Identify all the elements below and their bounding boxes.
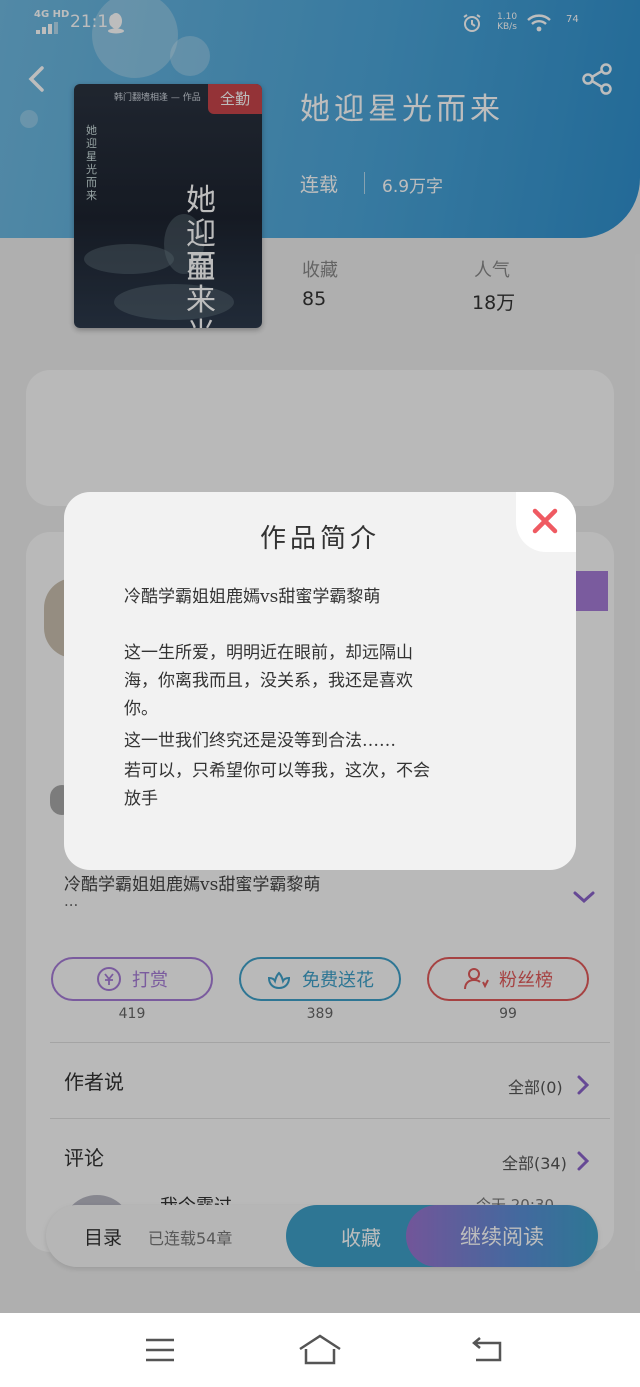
dialog-line: 海，你离我而且，没关系，我还是喜欢	[124, 671, 413, 691]
dialog-line: 放手	[124, 789, 158, 809]
dialog-line: 冷酷学霸姐姐鹿嫣vs甜蜜学霸黎萌	[124, 587, 381, 607]
system-nav-bar	[0, 1313, 640, 1387]
dialog-line: 你。	[124, 699, 158, 719]
dialog-line: 这一世我们终究还是没等到合法……	[124, 731, 396, 751]
close-button[interactable]	[516, 492, 576, 552]
dialog-title: 作品简介	[259, 524, 380, 554]
dialog-line: 这一生所爱，明明近在眼前，却远隔山	[124, 643, 413, 663]
back-nav-icon[interactable]	[470, 1335, 504, 1363]
close-icon[interactable]	[531, 507, 559, 535]
menu-icon[interactable]	[144, 1337, 176, 1363]
dialog-line: 若可以，只希望你可以等我，这次，不会	[124, 761, 430, 781]
intro-dialog: 作品简介 冷酷学霸姐姐鹿嫣vs甜蜜学霸黎萌 这一生所爱，明明近在眼前，却远隔山 …	[64, 492, 576, 870]
home-icon[interactable]	[298, 1333, 342, 1365]
